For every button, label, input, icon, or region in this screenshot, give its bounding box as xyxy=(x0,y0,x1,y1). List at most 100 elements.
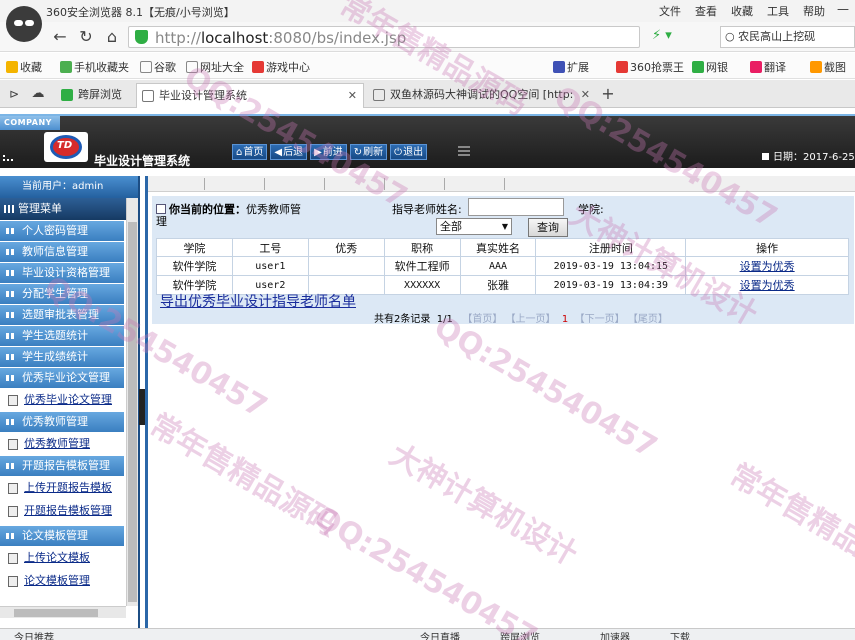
sidebar-vertical-scrollbar[interactable] xyxy=(126,198,138,606)
sidebar-item-topic-stats[interactable]: 学生选题统计 xyxy=(0,326,124,346)
forward-icon: ▶ xyxy=(314,147,322,158)
new-tab-icon[interactable]: + xyxy=(598,84,618,104)
cell-college: 软件学院 xyxy=(156,256,233,276)
table-header-row: 学院 工号 优秀 职称 真实姓名 注册时间 操作 xyxy=(156,238,849,257)
export-teachers-link[interactable]: 导出优秀毕业设计指导老师名单 xyxy=(160,291,356,311)
menu-file[interactable]: 文件 xyxy=(659,3,681,19)
refresh-button[interactable]: ↻刷新 xyxy=(349,144,388,160)
date-display: 日期：2017-6-25 xyxy=(762,148,855,163)
set-excellent-link[interactable]: 设置为优秀 xyxy=(740,260,795,273)
cell-title: 软件工程师 xyxy=(383,256,461,276)
pager-next[interactable]: 【下一页】 xyxy=(575,314,625,325)
close-tab-icon[interactable]: ✕ xyxy=(348,84,357,107)
security-shield-icon xyxy=(135,30,148,44)
college-label: 学院: xyxy=(578,203,604,216)
sub-item-upload-paper[interactable]: 上传论文模板 xyxy=(0,546,124,569)
cloud-icon[interactable]: ☁ xyxy=(28,84,48,104)
pager-last[interactable]: 【尾页】 xyxy=(628,314,668,325)
teacher-panel: 你当前的位置：优秀教师管理 指导老师姓名: 学院: 全部 查询 学院 工号 优秀… xyxy=(152,196,854,325)
col-id: 工号 xyxy=(231,238,309,257)
cell-action: 设置为优秀 xyxy=(685,256,849,276)
teacher-name-label: 指导老师姓名: xyxy=(392,203,462,216)
teacher-name-input[interactable] xyxy=(468,198,564,216)
home-icon[interactable]: ⌂ xyxy=(102,27,122,47)
sidebar-item-report-template[interactable]: 开题报告模板管理 xyxy=(0,456,124,476)
set-excellent-link[interactable]: 设置为优秀 xyxy=(740,279,795,292)
status-accelerator[interactable]: 加速器 xyxy=(600,629,630,640)
calendar-icon xyxy=(762,153,769,160)
home-button[interactable]: ⌂首页 xyxy=(232,144,268,160)
sidebar-item-assign-students[interactable]: 分配学生管理 xyxy=(0,284,124,304)
header-buttons: ⌂首页 ◀后退 ▶前进 ↻刷新 ⏻退出 xyxy=(232,144,428,160)
main-content: 你当前的位置：优秀教师管理 指导老师姓名: 学院: 全部 查询 学院 工号 优秀… xyxy=(145,176,855,628)
close-tab-icon[interactable]: ✕ xyxy=(581,83,590,106)
col-name: 真实姓名 xyxy=(459,238,537,257)
sidebar-item-teacher-info[interactable]: 教师信息管理 xyxy=(0,242,124,262)
sidebar-item-grade-stats[interactable]: 学生成绩统计 xyxy=(0,347,124,367)
bookmark-google[interactable]: 谷歌 xyxy=(140,59,176,75)
status-live[interactable]: 今日直播 xyxy=(420,629,460,640)
back-icon: ◀ xyxy=(274,147,283,158)
sub-item-excellent-thesis[interactable]: 优秀毕业论文管理 xyxy=(0,388,124,411)
address-url: http://localhost:8080/bs/index.jsp xyxy=(155,29,407,47)
menu-view[interactable]: 查看 xyxy=(695,3,717,19)
col-excellent: 优秀 xyxy=(307,238,385,257)
status-cross-screen[interactable]: 跨屏浏览 xyxy=(500,629,540,640)
toolbar-translate[interactable]: 翻译 xyxy=(750,59,786,75)
toolbar-bank[interactable]: 网银 xyxy=(692,59,728,75)
col-college: 学院 xyxy=(156,238,233,257)
sub-item-upload-report[interactable]: 上传开题报告模板 xyxy=(0,476,124,499)
sidebar-item-excellent-thesis[interactable]: 优秀毕业论文管理 xyxy=(0,368,124,388)
tab-qq-space[interactable]: 双鱼林源码大神调试的QQ空间 [http: ✕ xyxy=(368,83,596,108)
sub-item-paper-manage[interactable]: 论文模板管理 xyxy=(0,569,124,592)
speed-icon[interactable]: ⚡ ▾ xyxy=(652,28,672,43)
minimize-icon[interactable]: — xyxy=(837,2,849,16)
status-download[interactable]: 下载 xyxy=(670,629,690,640)
college-select[interactable]: 全部 xyxy=(436,218,512,235)
bookmark-games[interactable]: 游戏中心 xyxy=(252,59,310,75)
back-button[interactable]: ◀后退 xyxy=(270,144,308,160)
sub-item-excellent-teacher[interactable]: 优秀教师管理 xyxy=(0,432,124,455)
cell-action: 设置为优秀 xyxy=(685,275,849,295)
menu-help[interactable]: 帮助 xyxy=(803,3,825,19)
tab-graduation-system[interactable]: 毕业设计管理系统 ✕ xyxy=(136,83,364,108)
toolbar-screenshot[interactable]: 截图 xyxy=(810,59,846,75)
sidebar-item-topic-approval[interactable]: 选题审批表管理 xyxy=(0,305,124,325)
bookmark-mobile[interactable]: 手机收藏夹 xyxy=(60,59,129,75)
tab-list-icon[interactable]: ⊳ xyxy=(4,84,24,104)
menu-tools[interactable]: 工具 xyxy=(767,3,789,19)
pager-prev[interactable]: 【上一页】 xyxy=(506,314,556,325)
status-recommend[interactable]: 今日推荐 xyxy=(14,629,54,640)
toolbar-extensions[interactable]: 扩展 xyxy=(553,59,589,75)
menu-favorites[interactable]: 收藏 xyxy=(731,3,753,19)
address-bar[interactable]: http://localhost:8080/bs/index.jsp xyxy=(128,26,640,48)
current-user: 当前用户：admin xyxy=(0,176,138,198)
sidebar-item-password[interactable]: 个人密码管理 xyxy=(0,221,124,241)
cell-name: AAA xyxy=(459,256,537,276)
power-icon: ⏻ xyxy=(394,147,403,158)
refresh-icon[interactable]: ↻ xyxy=(76,27,96,47)
back-arrow-icon[interactable]: ← xyxy=(50,27,70,47)
sub-item-report-manage[interactable]: 开题报告模板管理 xyxy=(0,499,124,522)
hamburger-icon[interactable] xyxy=(458,146,470,156)
forward-button[interactable]: ▶前进 xyxy=(310,144,347,160)
location-icon xyxy=(156,204,166,214)
tab-cross-screen[interactable]: 跨屏浏览 xyxy=(56,83,134,108)
cell-title: XXXXXX xyxy=(383,275,461,295)
browser-logo-icon[interactable] xyxy=(6,6,42,42)
sidebar-item-qualification[interactable]: 毕业设计资格管理 xyxy=(0,263,124,283)
app-header: COMPANY TD 毕业设计管理系统 ⌂首页 ◀后退 ▶前进 ↻刷新 ⏻退出 … xyxy=(0,114,855,168)
sidebar-item-excellent-teacher[interactable]: 优秀教师管理 xyxy=(0,412,124,432)
pager-first[interactable]: 【首页】 xyxy=(462,314,502,325)
pager-page: 1/1 xyxy=(436,314,453,325)
bookmark-sites[interactable]: 网址大全 xyxy=(186,59,244,75)
sidebar-item-paper-template[interactable]: 论文模板管理 xyxy=(0,526,124,546)
toolbar-ticket[interactable]: 360抢票王 xyxy=(616,59,684,75)
school-emblem-logo: TD xyxy=(44,132,88,162)
bookmark-favorites[interactable]: 收藏 xyxy=(6,59,42,75)
logout-button[interactable]: ⏻退出 xyxy=(390,144,428,160)
sidebar-horizontal-scrollbar[interactable] xyxy=(0,606,126,618)
cell-id: user1 xyxy=(231,256,309,276)
query-button[interactable]: 查询 xyxy=(528,218,568,237)
search-input[interactable]: ○ 农民高山上挖砚 xyxy=(720,26,855,48)
